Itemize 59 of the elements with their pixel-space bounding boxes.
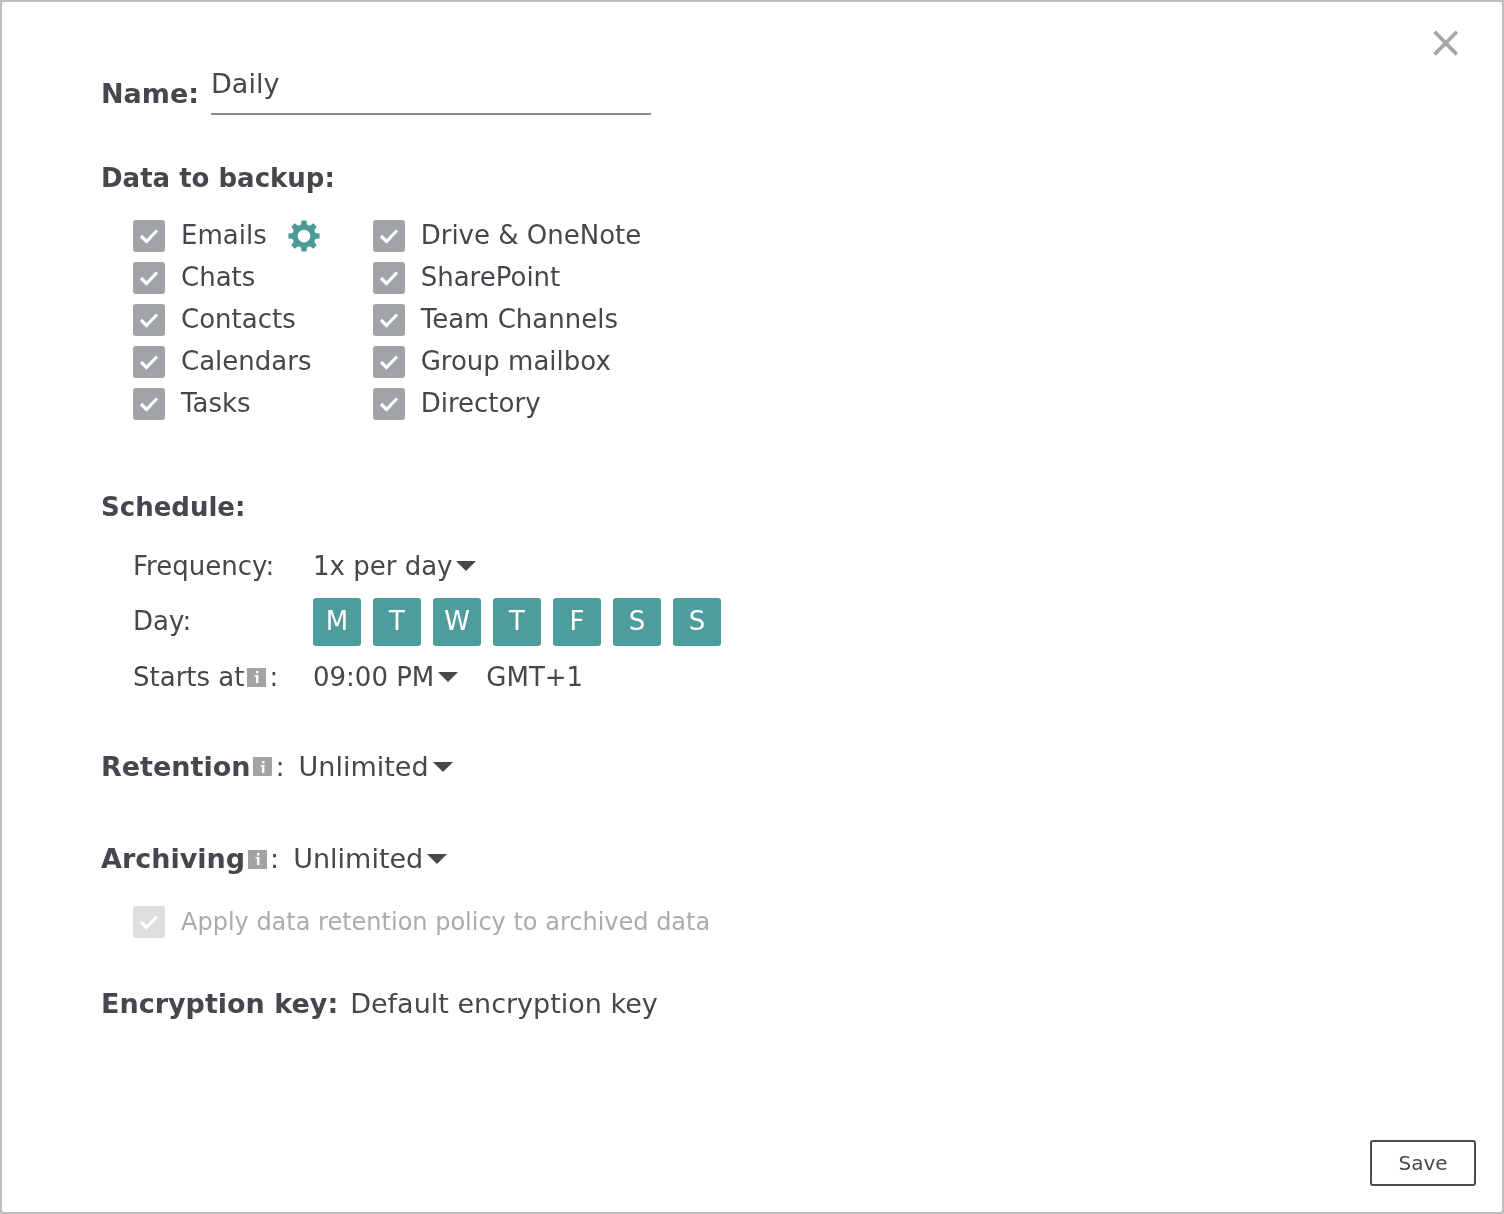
info-icon[interactable] <box>247 667 267 687</box>
colon: : <box>270 842 280 876</box>
section-heading: Retention <box>101 749 251 784</box>
field-label: Starts at <box>133 660 245 694</box>
info-icon[interactable] <box>253 757 273 777</box>
caret-icon <box>427 854 448 865</box>
value-dropdown[interactable]: Unlimited <box>293 839 448 880</box>
field-label: Frequency: <box>133 549 276 583</box>
caret-icon <box>438 672 459 682</box>
checkbox-label[interactable]: Team Channels <box>420 300 618 339</box>
check-icon <box>378 227 399 244</box>
name-label: Name: <box>101 77 200 111</box>
settings-icon[interactable] <box>286 218 321 253</box>
checkbox[interactable] <box>372 303 405 336</box>
info-icon[interactable] <box>248 849 268 869</box>
time-dropdown[interactable]: 09:00 PM <box>313 657 459 697</box>
field-label: Day: <box>133 605 193 638</box>
save-button[interactable]: Save <box>1370 1140 1476 1186</box>
check-icon <box>378 311 399 328</box>
check-icon <box>378 353 399 370</box>
frequency-dropdown[interactable]: 1x per day <box>313 546 1502 586</box>
section-heading: Data to backup: <box>101 161 336 195</box>
check-icon <box>378 395 399 412</box>
checkbox[interactable] <box>133 387 165 420</box>
checkbox[interactable] <box>372 345 405 378</box>
check-icon <box>139 269 159 286</box>
checkbox-label[interactable]: Contacts <box>181 300 296 339</box>
checkbox[interactable] <box>372 387 405 420</box>
checkbox[interactable] <box>372 261 405 294</box>
check-icon <box>139 353 159 370</box>
caret-icon <box>432 761 453 772</box>
checkbox-label[interactable]: SharePoint <box>420 258 561 297</box>
checkbox-label[interactable]: Group mailbox <box>420 342 611 381</box>
section-heading: Archiving <box>101 842 246 876</box>
checkbox[interactable] <box>372 219 405 252</box>
checkbox-label[interactable]: Directory <box>420 384 541 423</box>
check-icon <box>378 269 399 286</box>
section-heading: Encryption key: <box>101 986 339 1021</box>
checkbox-label[interactable]: Emails <box>181 216 267 255</box>
checkbox[interactable] <box>133 219 165 252</box>
colon: : <box>269 660 279 694</box>
timezone-text: GMT+1 <box>486 660 584 694</box>
name-field[interactable]: Daily <box>211 64 652 115</box>
checkbox[interactable] <box>133 261 165 294</box>
checkbox-label[interactable]: Chats <box>181 258 256 297</box>
check-icon <box>139 311 159 328</box>
checkbox[interactable] <box>133 303 165 336</box>
checkbox-label[interactable]: Tasks <box>181 384 251 423</box>
checkbox-label[interactable]: Calendars <box>181 342 312 381</box>
caret-icon <box>456 561 477 571</box>
check-icon <box>139 395 159 412</box>
checkbox-label[interactable]: Drive & OneNote <box>420 216 642 255</box>
checkbox[interactable] <box>133 345 165 378</box>
encryption-value: Default encryption key <box>350 986 658 1021</box>
colon: : <box>275 749 285 784</box>
section-heading: Schedule: <box>101 490 247 524</box>
value-dropdown[interactable]: Unlimited <box>298 746 453 787</box>
check-icon <box>139 227 159 244</box>
check-icon <box>139 913 159 930</box>
